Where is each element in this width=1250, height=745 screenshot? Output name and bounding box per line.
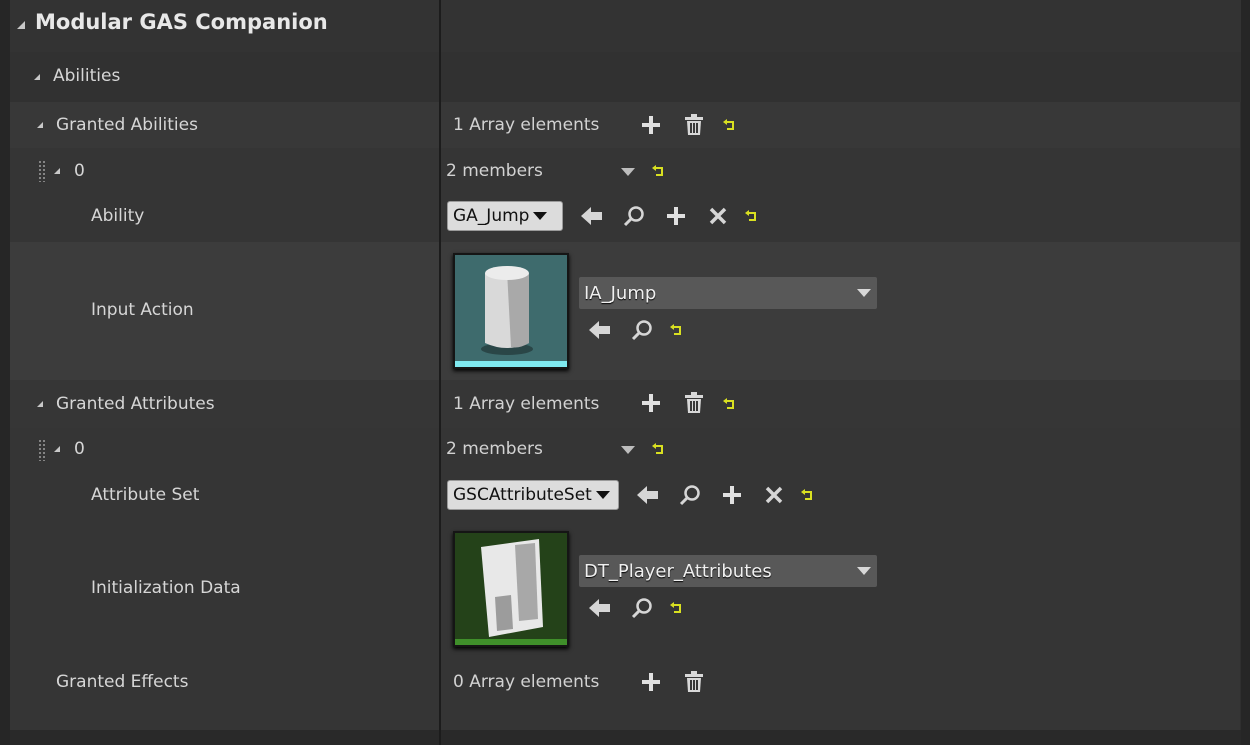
initialization-data-asset-picker[interactable]: DT_Player_Attributes: [579, 555, 877, 587]
input-action-label: Input Action: [91, 300, 194, 320]
dropdown-caret-icon: [857, 567, 871, 575]
browse-icon[interactable]: [622, 204, 646, 228]
plus-icon[interactable]: [664, 204, 688, 228]
reset-icon[interactable]: [669, 600, 685, 616]
use-selected-icon[interactable]: [580, 204, 604, 228]
ability-value: GA_Jump: [453, 206, 530, 226]
element-index: 0: [74, 439, 85, 459]
dropdown-caret-icon: [595, 491, 610, 499]
dropdown-caret-icon: [533, 212, 548, 220]
dropdown-caret-icon: [857, 289, 871, 297]
data-table-asset-icon: [455, 533, 567, 645]
browse-icon[interactable]: [630, 318, 654, 342]
plus-icon[interactable]: [640, 114, 662, 136]
plus-icon[interactable]: [640, 392, 662, 414]
initialization-data-asset-name: DT_Player_Attributes: [584, 560, 772, 582]
ability-class-picker[interactable]: GA_Jump: [447, 201, 563, 231]
use-selected-icon[interactable]: [588, 596, 612, 620]
collapse-arrow-icon[interactable]: [37, 122, 43, 128]
bottom-band: [10, 730, 1241, 745]
drag-handle[interactable]: [38, 160, 46, 182]
subheader-band: [10, 52, 1241, 102]
collapse-arrow-icon[interactable]: [54, 168, 60, 174]
attribute-set-value: GSCAttributeSet: [453, 485, 592, 505]
reset-icon[interactable]: [651, 441, 667, 457]
ability-label: Ability: [91, 206, 145, 226]
input-action-asset-name: IA_Jump: [584, 282, 657, 304]
use-selected-icon[interactable]: [636, 483, 660, 507]
granted-abilities-label: Granted Abilities: [56, 115, 198, 135]
element-index: 0: [74, 161, 85, 181]
collapse-arrow-icon[interactable]: [34, 74, 40, 80]
granted-effects-count: 0 Array elements: [453, 672, 600, 692]
attribute-set-label: Attribute Set: [91, 485, 200, 505]
collapse-arrow-icon[interactable]: [37, 401, 43, 407]
dropdown-caret-icon[interactable]: [621, 168, 635, 176]
reset-icon[interactable]: [651, 163, 667, 179]
column-splitter[interactable]: [439, 0, 441, 745]
initialization-data-thumbnail[interactable]: [453, 531, 569, 647]
input-action-thumbnail[interactable]: [453, 253, 569, 369]
subcategory-title: Abilities: [53, 66, 121, 86]
trash-icon[interactable]: [683, 671, 705, 693]
initialization-data-label: Initialization Data: [91, 578, 241, 598]
granted-effects-label: Granted Effects: [56, 672, 189, 692]
granted-attributes-label: Granted Attributes: [56, 394, 215, 414]
collapse-arrow-icon[interactable]: [54, 446, 60, 452]
reset-icon[interactable]: [722, 396, 738, 412]
left-gutter: [0, 0, 10, 745]
drag-handle[interactable]: [38, 439, 46, 461]
plus-icon[interactable]: [720, 483, 744, 507]
reset-icon[interactable]: [669, 322, 685, 338]
trash-icon[interactable]: [683, 114, 705, 136]
members-count: 2 members: [446, 161, 543, 181]
input-action-asset-icon: [455, 255, 567, 367]
dropdown-caret-icon[interactable]: [621, 446, 635, 454]
right-edge: [1241, 0, 1250, 745]
clear-icon[interactable]: [762, 483, 786, 507]
reset-icon[interactable]: [800, 487, 816, 503]
input-action-asset-picker[interactable]: IA_Jump: [579, 277, 877, 309]
use-selected-icon[interactable]: [588, 318, 612, 342]
clear-icon[interactable]: [706, 204, 730, 228]
trash-icon[interactable]: [683, 392, 705, 414]
granted-abilities-count: 1 Array elements: [453, 115, 600, 135]
category-title: Modular GAS Companion: [35, 10, 328, 34]
collapse-arrow-icon[interactable]: [17, 21, 25, 29]
row-bg-input-action: [10, 242, 1240, 380]
reset-icon[interactable]: [722, 117, 738, 133]
members-count: 2 members: [446, 439, 543, 459]
attribute-set-class-picker[interactable]: GSCAttributeSet: [447, 480, 619, 510]
plus-icon[interactable]: [640, 671, 662, 693]
browse-icon[interactable]: [630, 596, 654, 620]
row-bg-granted-effects: [10, 660, 1240, 730]
reset-icon[interactable]: [744, 208, 760, 224]
granted-attributes-count: 1 Array elements: [453, 394, 600, 414]
browse-icon[interactable]: [678, 483, 702, 507]
